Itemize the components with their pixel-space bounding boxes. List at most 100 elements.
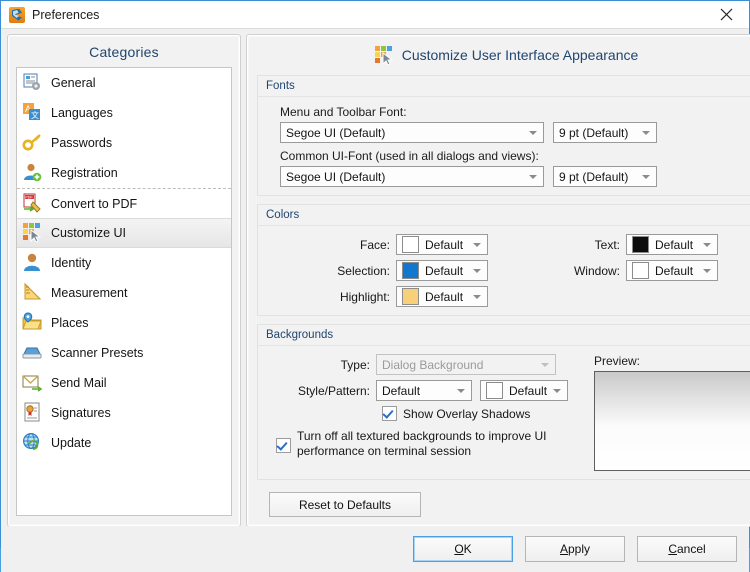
common-font-label: Common UI-Font (used in all dialogs and … xyxy=(280,149,750,163)
svg-text:文: 文 xyxy=(31,110,39,120)
background-type-value: Dialog Background xyxy=(382,358,535,372)
face-color-value: Default xyxy=(425,238,467,252)
chevron-down-icon xyxy=(529,131,537,135)
window-title: Preferences xyxy=(32,8,99,22)
text-color-swatch xyxy=(632,236,649,253)
settings-pane: Customize User Interface Appearance Font… xyxy=(247,35,750,526)
sidebar-item-identity[interactable]: Identity xyxy=(17,248,231,278)
menu-font-size-value: 9 pt (Default) xyxy=(559,126,636,140)
show-overlay-shadows-label: Show Overlay Shadows xyxy=(403,407,530,421)
text-color-select[interactable]: Default xyxy=(626,234,718,255)
close-icon[interactable] xyxy=(704,1,749,27)
sidebar-item-label: Customize UI xyxy=(51,226,126,240)
folder-pin-icon xyxy=(22,312,44,334)
chevron-down-icon xyxy=(529,175,537,179)
menu-font-select[interactable]: Segoe UI (Default) xyxy=(280,122,544,143)
key-icon xyxy=(22,132,44,154)
chevron-down-icon xyxy=(473,295,481,299)
sidebar-item-signatures[interactable]: Signatures xyxy=(17,398,231,428)
sidebar-item-send-mail[interactable]: Send Mail xyxy=(17,368,231,398)
preview-label: Preview: xyxy=(594,354,750,368)
pane-header: Customize User Interface Appearance xyxy=(257,36,750,75)
colors-group: Colors Face: Default Text: Default xyxy=(257,204,750,316)
chevron-down-icon xyxy=(642,131,650,135)
chevron-down-icon xyxy=(473,243,481,247)
selection-color-value: Default xyxy=(425,264,467,278)
categories-panel: Categories GeneralA文LanguagesPasswordsRe… xyxy=(8,35,240,526)
pane-title: Customize User Interface Appearance xyxy=(402,47,639,63)
sidebar-item-convert-to-pdf[interactable]: PDFConvert to PDF xyxy=(17,188,231,218)
style-pattern-value: Default xyxy=(382,384,451,398)
ok-button[interactable]: OK xyxy=(413,536,513,562)
sidebar-item-label: Scanner Presets xyxy=(51,346,143,360)
sidebar-item-places[interactable]: Places xyxy=(17,308,231,338)
window-label: Window: xyxy=(550,264,620,278)
sidebar-item-passwords[interactable]: Passwords xyxy=(17,128,231,158)
turn-off-textures-checkbox[interactable] xyxy=(276,438,291,453)
sidebar-item-registration[interactable]: Registration xyxy=(17,158,231,188)
highlight-color-value: Default xyxy=(425,290,467,304)
categories-list[interactable]: GeneralA文LanguagesPasswordsRegistrationP… xyxy=(16,67,232,516)
chevron-down-icon xyxy=(473,269,481,273)
sidebar-item-update[interactable]: Update xyxy=(17,428,231,458)
preferences-dialog: Preferences Categories GeneralA文Language… xyxy=(0,0,750,548)
dialog-footer: OK Apply Cancel xyxy=(1,526,749,572)
sidebar-item-customize-ui[interactable]: Customize UI xyxy=(17,218,231,248)
reset-to-defaults-button[interactable]: Reset to Defaults xyxy=(269,492,421,517)
cancel-button[interactable]: Cancel xyxy=(637,536,737,562)
chevron-down-icon xyxy=(642,175,650,179)
chevron-down-icon xyxy=(703,243,711,247)
sidebar-item-label: Measurement xyxy=(51,286,127,300)
backgrounds-group-title: Backgrounds xyxy=(258,325,750,346)
sidebar-item-measurement[interactable]: Measurement xyxy=(17,278,231,308)
svg-text:PDF: PDF xyxy=(25,195,33,199)
apply-button[interactable]: Apply xyxy=(525,536,625,562)
pattern-color-select[interactable]: Default xyxy=(480,380,568,401)
colors-group-title: Colors xyxy=(258,205,750,226)
pdf-xchange-icon xyxy=(9,7,25,23)
highlight-color-select[interactable]: Default xyxy=(396,286,488,307)
title-bar: Preferences xyxy=(1,1,749,29)
sidebar-item-label: Places xyxy=(51,316,89,330)
common-font-select[interactable]: Segoe UI (Default) xyxy=(280,166,544,187)
selection-color-select[interactable]: Default xyxy=(396,260,488,281)
background-type-select[interactable]: Dialog Background xyxy=(376,354,556,375)
sidebar-item-label: Signatures xyxy=(51,406,111,420)
general-settings-icon xyxy=(22,72,44,94)
show-overlay-shadows-checkbox[interactable] xyxy=(382,406,397,421)
categories-header: Categories xyxy=(9,36,239,67)
backgrounds-group: Backgrounds Type: Dialog Background Styl… xyxy=(257,324,750,480)
fonts-group-title: Fonts xyxy=(258,76,750,97)
chevron-down-icon xyxy=(553,389,561,393)
sidebar-item-general[interactable]: General xyxy=(17,68,231,98)
user-add-icon xyxy=(22,162,44,184)
style-pattern-select[interactable]: Default xyxy=(376,380,472,401)
window-color-value: Default xyxy=(655,264,697,278)
sidebar-item-scanner-presets[interactable]: Scanner Presets xyxy=(17,338,231,368)
style-pattern-label: Style/Pattern: xyxy=(270,384,370,398)
menu-font-size-select[interactable]: 9 pt (Default) xyxy=(553,122,657,143)
sidebar-item-label: Languages xyxy=(51,106,113,120)
envelope-send-icon xyxy=(22,372,44,394)
menu-font-label: Menu and Toolbar Font: xyxy=(280,105,750,119)
fonts-group: Fonts Menu and Toolbar Font: Segoe UI (D… xyxy=(257,75,750,196)
selection-color-swatch xyxy=(402,262,419,279)
sidebar-item-label: General xyxy=(51,76,95,90)
ruler-triangle-icon xyxy=(22,282,44,304)
customize-ui-icon xyxy=(22,222,44,244)
chevron-down-icon xyxy=(703,269,711,273)
highlight-label: Highlight: xyxy=(328,290,390,304)
menu-font-value: Segoe UI (Default) xyxy=(286,126,523,140)
sidebar-item-label: Identity xyxy=(51,256,91,270)
common-font-value: Segoe UI (Default) xyxy=(286,170,523,184)
common-font-size-value: 9 pt (Default) xyxy=(559,170,636,184)
face-color-select[interactable]: Default xyxy=(396,234,488,255)
window-color-select[interactable]: Default xyxy=(626,260,718,281)
sidebar-item-label: Registration xyxy=(51,166,118,180)
face-color-swatch xyxy=(402,236,419,253)
chevron-down-icon xyxy=(541,363,549,367)
sidebar-item-languages[interactable]: A文Languages xyxy=(17,98,231,128)
common-font-size-select[interactable]: 9 pt (Default) xyxy=(553,166,657,187)
signature-certificate-icon xyxy=(22,402,44,424)
customize-ui-icon xyxy=(374,45,394,65)
